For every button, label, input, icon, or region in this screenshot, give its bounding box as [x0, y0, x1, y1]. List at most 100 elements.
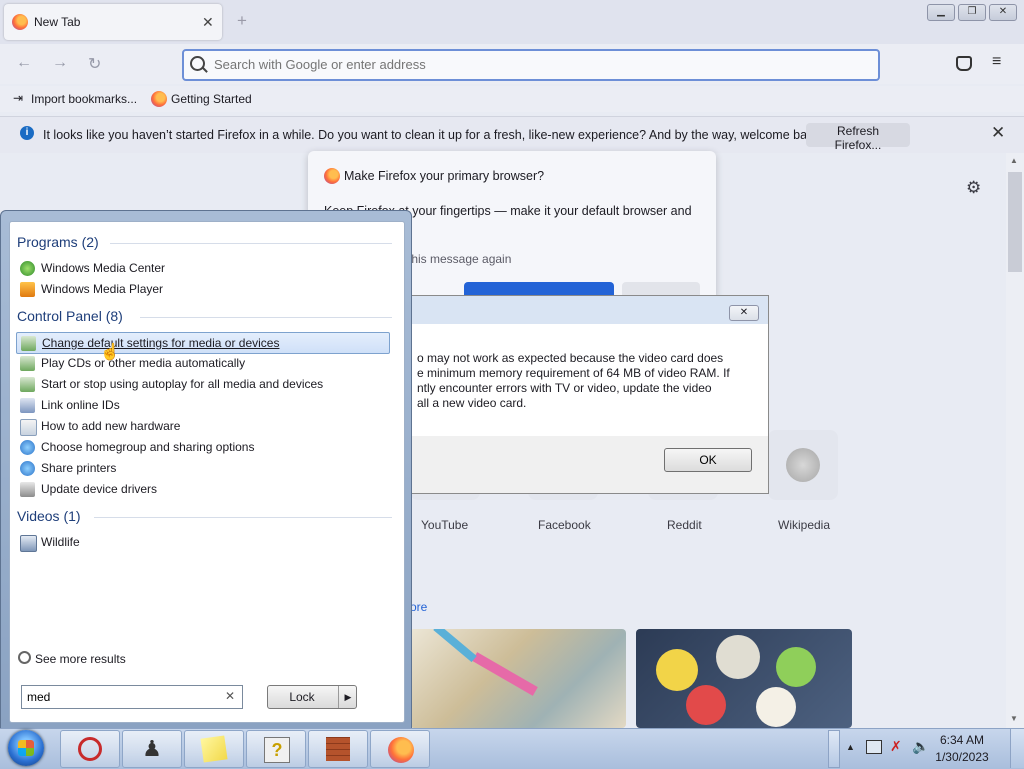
video-card-warning-dialog: ✕ o may not work as expected because the…: [410, 295, 769, 494]
taskbar-firefox[interactable]: [370, 730, 430, 768]
clear-search-icon[interactable]: ✕: [225, 689, 235, 703]
result-label: Update device drivers: [41, 482, 158, 496]
control-panel-header: Control Panel (8): [17, 308, 123, 324]
taskbar-scroll[interactable]: [828, 730, 840, 768]
result-windows-media-player[interactable]: Windows Media Player: [16, 279, 388, 299]
pocket-icon[interactable]: [956, 56, 972, 71]
scrollbar-thumb[interactable]: [1008, 172, 1022, 272]
wikipedia-icon: [786, 448, 820, 482]
close-window-button[interactable]: ✕: [989, 4, 1017, 21]
result-label: Share printers: [41, 461, 117, 475]
start-search-box[interactable]: ✕: [21, 685, 243, 709]
minimize-button[interactable]: ▁: [927, 4, 955, 21]
pocket-card-image[interactable]: [410, 629, 626, 728]
scroll-up-icon[interactable]: ▲: [1010, 156, 1018, 165]
shortcut-label[interactable]: YouTube: [421, 518, 468, 532]
back-icon[interactable]: ←: [16, 54, 32, 72]
ok-button[interactable]: OK: [664, 448, 752, 472]
close-icon[interactable]: ✕: [991, 123, 1005, 143]
divider: [140, 317, 392, 318]
warning-line: e minimum memory requirement of 64 MB of…: [417, 366, 730, 380]
pocket-more-link[interactable]: ore: [410, 600, 427, 614]
menu-icon[interactable]: ≡: [992, 53, 1001, 71]
clock-time[interactable]: 6:34 AM: [930, 733, 994, 747]
firefox-icon: [388, 737, 414, 763]
tab-strip: New Tab ✕ + ▁ ❐ ✕: [0, 0, 1024, 44]
result-windows-media-center[interactable]: Windows Media Center: [16, 258, 388, 278]
network-disconnected-icon[interactable]: ✗: [890, 738, 902, 755]
lock-label: Lock: [289, 690, 315, 704]
new-tab-icon[interactable]: +: [237, 11, 247, 31]
shortcut-tile[interactable]: [768, 430, 838, 500]
warning-line: ntly encounter errors with TV or video, …: [417, 381, 712, 395]
start-button[interactable]: [8, 730, 44, 766]
result-homegroup[interactable]: Choose homegroup and sharing options: [16, 437, 388, 457]
show-hidden-icons[interactable]: ▲: [846, 742, 855, 752]
media-center-icon: [20, 261, 35, 276]
tab-new-tab[interactable]: New Tab ✕: [4, 4, 222, 40]
dialog-title: Make Firefox your primary browser?: [344, 169, 545, 183]
scroll-down-icon[interactable]: ▼: [1010, 714, 1018, 723]
result-change-default-media-settings[interactable]: Change default settings for media or dev…: [16, 332, 390, 354]
gear-icon[interactable]: ⚙: [966, 178, 981, 198]
lock-button[interactable]: Lock ▶: [267, 685, 357, 709]
volume-icon[interactable]: 🔈: [912, 738, 929, 755]
search-input[interactable]: [27, 690, 217, 704]
reload-icon[interactable]: ↻: [88, 54, 101, 74]
warning-message: o may not work as expected because the v…: [417, 351, 757, 411]
taskbar-help[interactable]: ?: [246, 730, 306, 768]
network-icon: [20, 461, 35, 476]
tab-close-icon[interactable]: ✕: [202, 14, 214, 31]
power-options-arrow[interactable]: ▶: [338, 686, 357, 708]
taskbar-sticky-notes[interactable]: [184, 730, 244, 768]
firefox-icon: [151, 91, 167, 107]
windows-logo-icon: [18, 740, 34, 756]
result-label: How to add new hardware: [41, 419, 181, 433]
shortcut-label[interactable]: Wikipedia: [778, 518, 830, 532]
autoplay-icon: [20, 377, 35, 392]
forward-icon[interactable]: →: [52, 54, 68, 72]
network-icon: [20, 440, 35, 455]
programs-header: Programs (2): [17, 234, 99, 250]
taskbar-chess[interactable]: ♟: [122, 730, 182, 768]
result-play-cds[interactable]: Play CDs or other media automatically: [16, 353, 388, 373]
clothespin-image: [472, 652, 538, 696]
url-bar[interactable]: [182, 49, 880, 81]
firefox-icon: [12, 14, 28, 30]
maximize-button[interactable]: ❐: [958, 4, 986, 21]
pocket-card-image[interactable]: [636, 629, 852, 728]
action-center-icon[interactable]: [866, 740, 882, 754]
shortcut-label[interactable]: Facebook: [538, 518, 591, 532]
result-label: Choose homegroup and sharing options: [41, 440, 255, 454]
chess-icon: ♟: [142, 736, 162, 761]
see-more-results-link[interactable]: See more results: [35, 652, 126, 666]
result-update-drivers[interactable]: Update device drivers: [16, 479, 388, 499]
bookmark-getting-started[interactable]: Getting Started: [171, 92, 252, 106]
shortcut-label[interactable]: Reddit: [667, 518, 702, 532]
taskbar-network-firewall[interactable]: [308, 730, 368, 768]
taskbar-snipping-tool[interactable]: [60, 730, 120, 768]
search-icon: [18, 651, 31, 664]
result-link-online-ids[interactable]: Link online IDs: [16, 395, 388, 415]
hand-cursor-icon: ☝: [100, 344, 120, 361]
clock-date[interactable]: 1/30/2023: [930, 750, 994, 764]
result-autoplay[interactable]: Start or stop using autoplay for all med…: [16, 374, 388, 394]
media-player-icon: [20, 282, 35, 297]
bookmark-import[interactable]: Import bookmarks...: [31, 92, 137, 106]
result-label: Play CDs or other media automatically: [41, 356, 246, 370]
url-input[interactable]: [214, 57, 854, 72]
autoplay-icon: [20, 356, 35, 371]
lid-image: [656, 649, 698, 691]
result-share-printers[interactable]: Share printers: [16, 458, 388, 478]
close-button[interactable]: ✕: [729, 305, 759, 321]
result-add-hardware[interactable]: How to add new hardware: [16, 416, 388, 436]
show-desktop-button[interactable]: [1010, 729, 1024, 768]
import-icon: ⇥: [13, 91, 24, 105]
result-wildlife[interactable]: Wildlife: [16, 532, 388, 552]
firefox-icon: [324, 168, 340, 184]
network-firewall-icon: [326, 737, 350, 761]
refresh-firefox-button[interactable]: Refresh Firefox...: [806, 123, 910, 152]
videos-header: Videos (1): [17, 508, 81, 524]
dont-show-checkbox-label[interactable]: this message again: [408, 252, 511, 266]
search-icon: [190, 56, 205, 71]
